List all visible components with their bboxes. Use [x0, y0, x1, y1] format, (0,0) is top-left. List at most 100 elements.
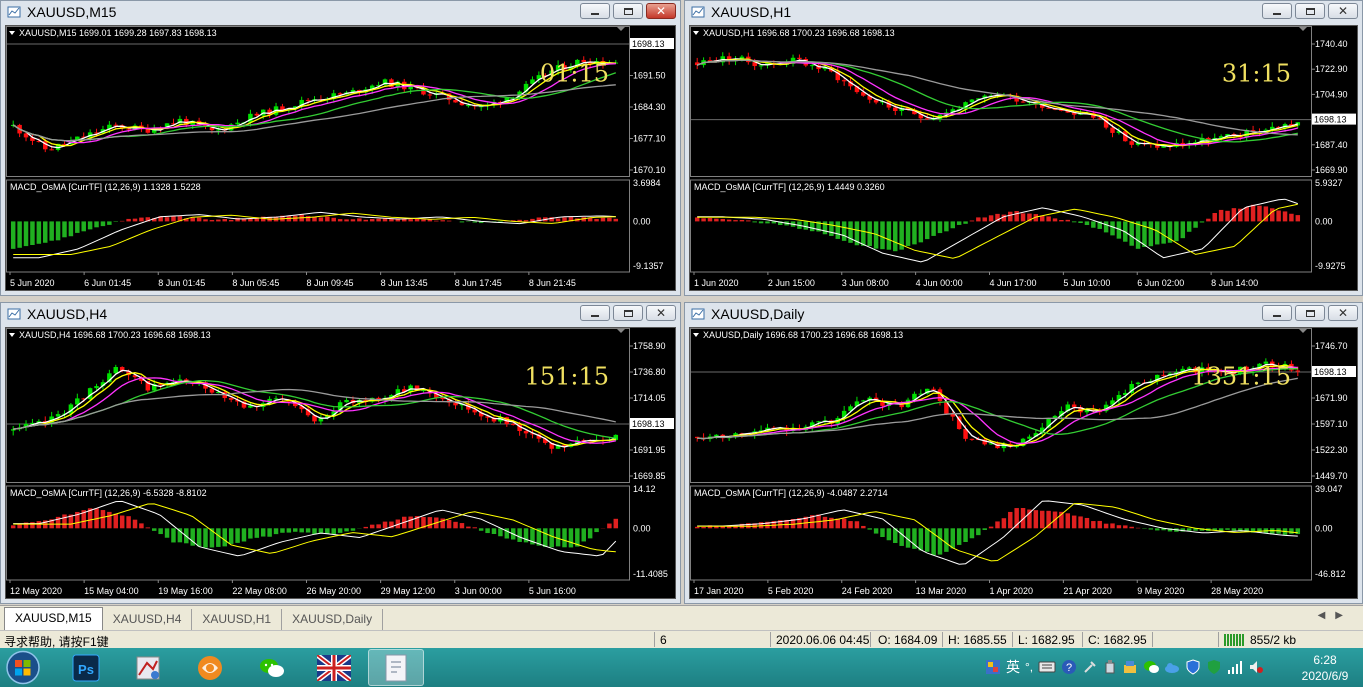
header-dropdown-icon[interactable]	[9, 31, 15, 35]
chart-canvas[interactable]: XAUUSD,H1 1696.68 1700.23 1696.68 1698.1…	[689, 25, 1358, 291]
taskbar-wechat[interactable]	[244, 649, 300, 686]
tab-xauusd-m15[interactable]: XAUUSD,M15	[4, 607, 103, 630]
shift-marker-icon[interactable]	[617, 329, 625, 333]
window-titlebar[interactable]: XAUUSD,M15	[1, 1, 680, 23]
status-low: L: 1682.95	[1018, 633, 1075, 647]
signal-icon[interactable]	[1227, 659, 1243, 675]
time-tick-label: 21 Apr 2020	[1063, 586, 1112, 596]
time-tick-label: 8 Jun 21:45	[529, 278, 576, 288]
language-indicator[interactable]: 英	[1006, 657, 1020, 677]
taskbar-paint[interactable]	[120, 649, 176, 686]
network-share-icon[interactable]	[1122, 659, 1138, 675]
taskbar-clock[interactable]: 6:28 2020/6/9	[1290, 652, 1360, 684]
punctuation-icon[interactable]: °,	[1025, 660, 1033, 674]
close-button[interactable]: ✕	[1328, 3, 1358, 19]
volume-muted-icon[interactable]	[1248, 659, 1264, 675]
close-button[interactable]: ✕	[646, 3, 676, 19]
status-traffic: 855/2 kb	[1250, 633, 1297, 647]
close-button[interactable]: ✕	[646, 305, 676, 321]
macd-panel[interactable]	[6, 179, 630, 273]
windows-logo-icon	[6, 650, 40, 685]
time-tick-label: 8 Jun 01:45	[158, 278, 205, 288]
macd-tick-label: 39.047	[1315, 484, 1343, 494]
restore-button[interactable]	[1295, 3, 1325, 19]
window-titlebar[interactable]: XAUUSD,H4	[1, 303, 680, 325]
close-icon: ✕	[1337, 306, 1349, 320]
time-tick-label: 5 Feb 2020	[768, 586, 814, 596]
window-titlebar[interactable]: XAUUSD,Daily	[685, 303, 1362, 325]
price-panel[interactable]	[6, 328, 630, 483]
keyboard-icon[interactable]	[1038, 660, 1056, 674]
time-tick-label: 17 Jan 2020	[694, 586, 744, 596]
window-titlebar[interactable]: XAUUSD,H1	[685, 1, 1362, 23]
candle-body	[969, 438, 975, 440]
restore-button[interactable]	[613, 3, 643, 19]
shield-icon[interactable]	[1185, 659, 1201, 675]
time-tick-label: 3 Jun 00:00	[455, 586, 502, 596]
tools-icon[interactable]	[1082, 659, 1098, 675]
current-price-label: 1698.13	[632, 419, 665, 429]
close-button[interactable]: ✕	[1328, 305, 1358, 321]
macd-main-line	[697, 198, 1298, 263]
time-tick-label: 8 Jun 09:45	[307, 278, 354, 288]
header-dropdown-icon[interactable]	[693, 333, 699, 337]
price-panel[interactable]	[690, 328, 1312, 483]
tab-scroll-left-icon[interactable]: ◀	[1318, 610, 1336, 621]
macd-label: MACD_OsMA [CurrTF] (12,26,9) -4.0487 2.2…	[694, 488, 888, 498]
macd-tick-label: -9.9275	[1315, 261, 1346, 271]
tab-xauusd-h1[interactable]: XAUUSD,H1	[192, 609, 283, 630]
wechat-icon	[260, 658, 284, 677]
shift-marker-icon[interactable]	[1299, 329, 1307, 333]
start-button[interactable]	[4, 650, 42, 685]
chart-canvas[interactable]: XAUUSD,Daily 1696.68 1700.23 1696.68 169…	[689, 327, 1358, 599]
macd-panel[interactable]	[6, 485, 630, 581]
macd-panel[interactable]	[690, 485, 1312, 581]
restore-button[interactable]	[613, 305, 643, 321]
time-tick-label: 28 May 2020	[1211, 586, 1263, 596]
close-icon: ✕	[1337, 4, 1349, 18]
header-dropdown-icon[interactable]	[9, 333, 15, 337]
minimize-button[interactable]	[580, 305, 610, 321]
input-method-icon[interactable]	[985, 659, 1001, 675]
macd-panel[interactable]	[690, 179, 1312, 273]
security-icon[interactable]	[1206, 659, 1222, 675]
shift-marker-icon[interactable]	[1299, 27, 1307, 31]
price-panel[interactable]	[690, 26, 1312, 177]
chart-canvas[interactable]: XAUUSD,H4 1696.68 1700.23 1696.68 1698.1…	[5, 327, 676, 599]
macd-tick-label: 14.12	[633, 484, 656, 494]
minimize-button[interactable]	[580, 3, 610, 19]
price-tick-label: 1449.70	[1315, 471, 1348, 481]
tab-xauusd-h4[interactable]: XAUUSD,H4	[103, 609, 193, 630]
time-tick-label: 13 Mar 2020	[916, 586, 967, 596]
macd-signal-line	[697, 502, 1298, 562]
wechat-tray-icon[interactable]	[1143, 659, 1160, 675]
taskbar-browser[interactable]	[182, 649, 238, 686]
cloud-icon[interactable]	[1164, 659, 1180, 675]
tab-scroll-right-icon[interactable]: ▶	[1335, 610, 1353, 621]
paint-icon	[136, 656, 160, 679]
chart-window-daily[interactable]: XAUUSD,Daily ✕ XAUUSD,Daily 1696.68 1700…	[684, 302, 1363, 604]
bar-countdown-timer: 31:15	[1222, 60, 1291, 88]
taskbar-notes[interactable]	[368, 649, 424, 686]
chart-window-h4[interactable]: XAUUSD,H4 ✕ XAUUSD,H4 1696.68 1700.23 16…	[0, 302, 681, 604]
chart-window-m15[interactable]: XAUUSD,M15 ✕ XAUUSD,M15 1699.01 1699.28 …	[0, 0, 681, 296]
taskbar-photoshop[interactable]: Ps	[58, 649, 114, 686]
restore-icon	[1305, 7, 1315, 15]
help-icon[interactable]: ?	[1061, 659, 1077, 675]
svg-text:Ps: Ps	[78, 662, 94, 677]
shift-marker-icon[interactable]	[617, 27, 625, 31]
chart-canvas[interactable]: XAUUSD,M15 1699.01 1699.28 1697.83 1698.…	[5, 25, 676, 291]
minimize-button[interactable]	[1262, 3, 1292, 19]
candle-body	[809, 65, 815, 67]
restore-button[interactable]	[1295, 305, 1325, 321]
usb-icon[interactable]	[1103, 659, 1117, 675]
minimize-button[interactable]	[1262, 305, 1292, 321]
header-dropdown-icon[interactable]	[693, 31, 699, 35]
ma-yellow-line	[12, 61, 616, 147]
price-tick-label: 1740.40	[1315, 39, 1348, 49]
chart-window-h1[interactable]: XAUUSD,H1 ✕ XAUUSD,H1 1696.68 1700.23 16…	[684, 0, 1363, 296]
tab-xauusd-daily[interactable]: XAUUSD,Daily	[282, 609, 384, 630]
macd-label: MACD_OsMA [CurrTF] (12,26,9) -6.5328 -8.…	[10, 488, 207, 498]
close-icon: ✕	[655, 306, 667, 320]
taskbar-flag-app[interactable]	[306, 649, 362, 686]
